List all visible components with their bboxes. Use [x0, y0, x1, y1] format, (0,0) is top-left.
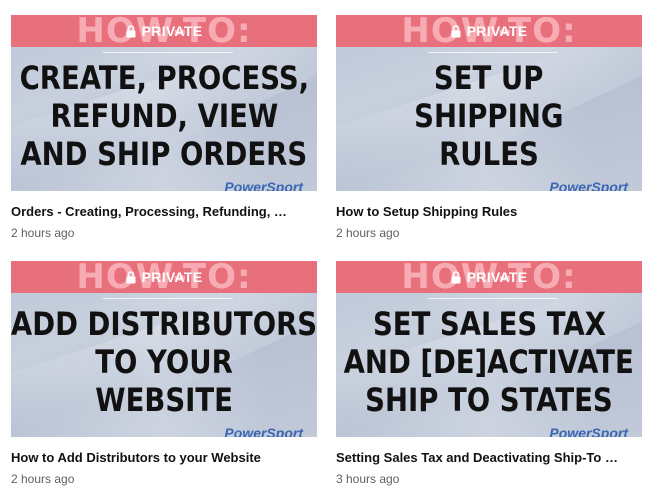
headline-line: SET UP: [434, 59, 544, 97]
video-thumbnail[interactable]: HOW-TO: PRIVATE ADD DISTRIBUTORS TO YOUR…: [11, 261, 317, 437]
video-card[interactable]: HOW-TO: PRIVATE SET UP SHIPPING RULES Po…: [336, 15, 642, 240]
headline-line: SHIPPING: [414, 97, 564, 135]
headline-line: REFUND, VIEW: [50, 97, 278, 135]
private-badge: PRIVATE: [336, 261, 642, 293]
video-card[interactable]: HOW-TO: PRIVATE CREATE, PROCESS, REFUND,…: [11, 15, 317, 240]
divider: [103, 52, 233, 53]
headline-line: TO YOUR: [95, 343, 233, 381]
thumbnail-headline: SET UP SHIPPING RULES: [336, 55, 642, 177]
video-timestamp: 2 hours ago: [336, 226, 400, 240]
private-badge: PRIVATE: [11, 261, 317, 293]
video-thumbnail[interactable]: HOW-TO: PRIVATE SET UP SHIPPING RULES Po…: [336, 15, 642, 191]
private-badge: PRIVATE: [11, 15, 317, 47]
lock-icon: [451, 270, 461, 283]
headline-line: SET SALES TAX: [372, 305, 606, 343]
brand-logo: PowerSport: [549, 179, 628, 191]
headline-line: AND [DE]ACTIVATE: [343, 343, 635, 381]
brand-logo: PowerSport: [224, 179, 303, 191]
lock-icon: [126, 270, 136, 283]
brand-logo: PowerSport: [549, 425, 628, 437]
video-timestamp: 2 hours ago: [11, 226, 75, 240]
divider: [103, 298, 233, 299]
thumbnail-headline: SET SALES TAX AND [DE]ACTIVATE SHIP TO S…: [336, 301, 642, 423]
private-label: PRIVATE: [466, 269, 528, 285]
video-timestamp: 2 hours ago: [11, 472, 75, 486]
video-title[interactable]: Setting Sales Tax and Deactivating Ship-…: [336, 450, 642, 465]
video-title[interactable]: Orders - Creating, Processing, Refunding…: [11, 204, 317, 219]
private-label: PRIVATE: [141, 269, 203, 285]
video-card[interactable]: HOW-TO: PRIVATE ADD DISTRIBUTORS TO YOUR…: [11, 261, 317, 486]
headline-line: WEBSITE: [95, 381, 233, 419]
lock-icon: [126, 24, 136, 37]
thumbnail-headline: ADD DISTRIBUTORS TO YOUR WEBSITE: [11, 301, 317, 423]
divider: [428, 298, 558, 299]
video-card[interactable]: HOW-TO: PRIVATE SET SALES TAX AND [DE]AC…: [336, 261, 642, 486]
divider: [428, 52, 558, 53]
video-title[interactable]: How to Add Distributors to your Website: [11, 450, 317, 465]
private-label: PRIVATE: [466, 23, 528, 39]
video-timestamp: 3 hours ago: [336, 472, 400, 486]
headline-line: SHIP TO STATES: [365, 381, 613, 419]
private-label: PRIVATE: [141, 23, 203, 39]
headline-line: RULES: [439, 135, 539, 173]
lock-icon: [451, 24, 461, 37]
video-thumbnail[interactable]: HOW-TO: PRIVATE SET SALES TAX AND [DE]AC…: [336, 261, 642, 437]
private-badge: PRIVATE: [336, 15, 642, 47]
thumbnail-headline: CREATE, PROCESS, REFUND, VIEW AND SHIP O…: [11, 55, 317, 177]
headline-line: AND SHIP ORDERS: [20, 135, 308, 173]
video-title[interactable]: How to Setup Shipping Rules: [336, 204, 642, 219]
video-thumbnail[interactable]: HOW-TO: PRIVATE CREATE, PROCESS, REFUND,…: [11, 15, 317, 191]
headline-line: ADD DISTRIBUTORS: [11, 305, 317, 343]
headline-line: CREATE, PROCESS,: [19, 59, 309, 97]
brand-logo: PowerSport: [224, 425, 303, 437]
